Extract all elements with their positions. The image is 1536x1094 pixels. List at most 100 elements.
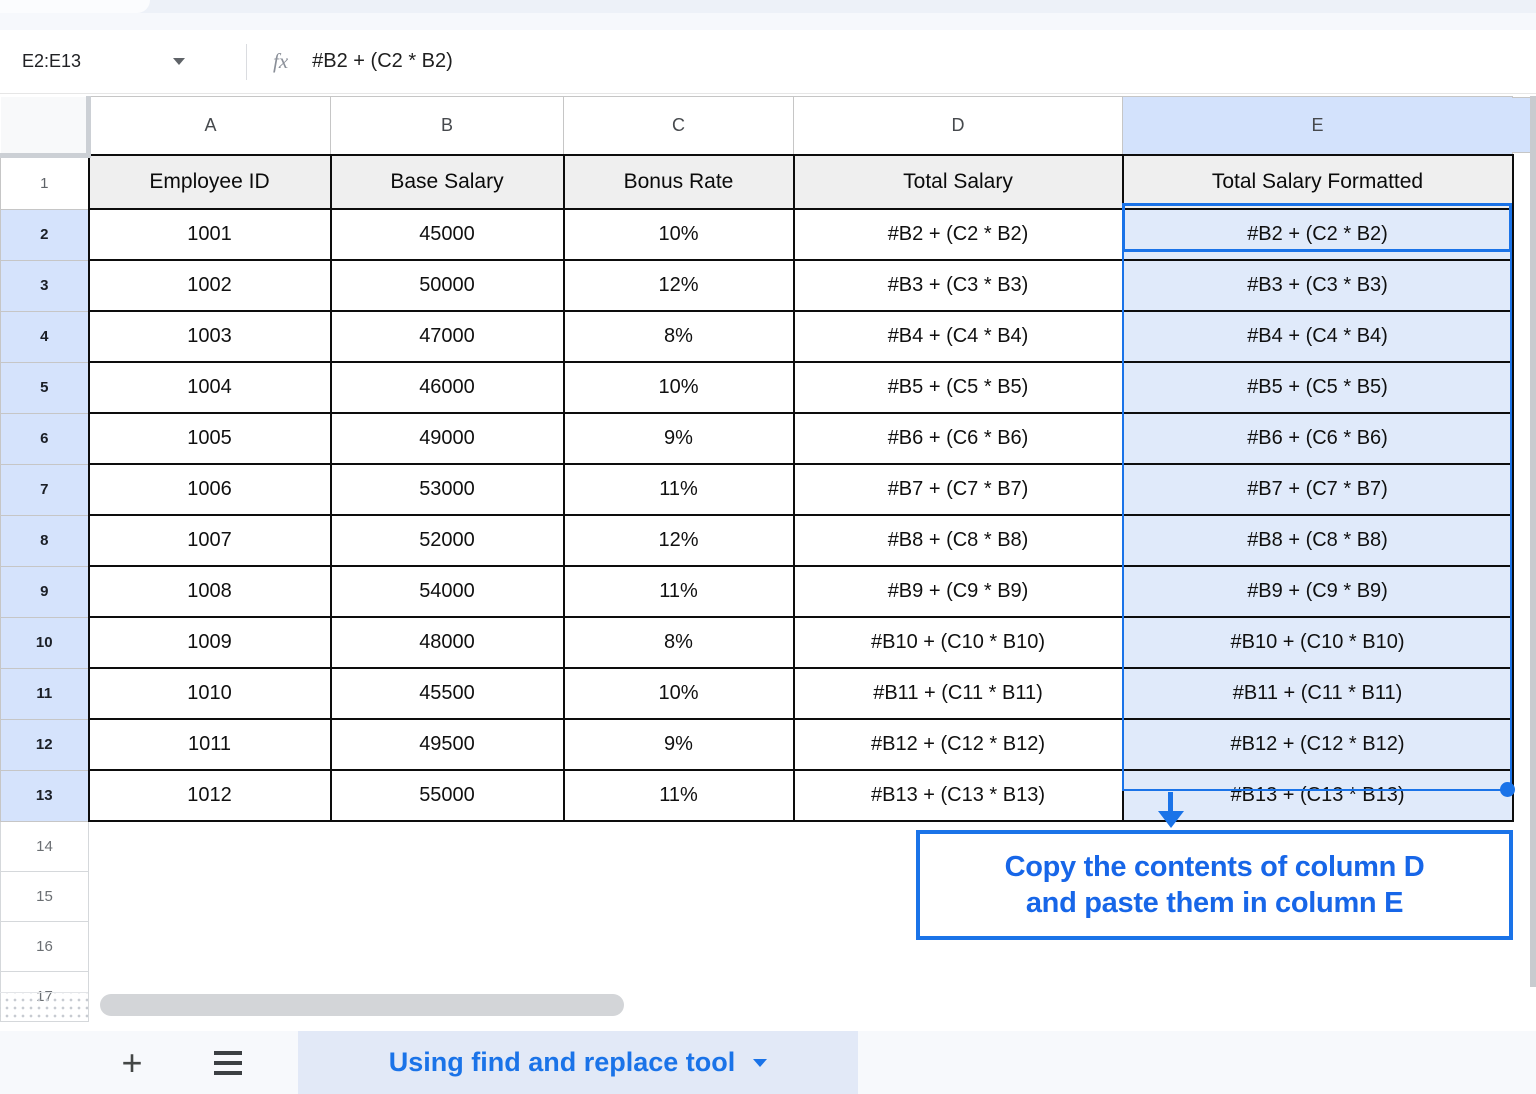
cell-A5[interactable]: 1004 xyxy=(89,362,331,413)
header-cell-C[interactable]: Bonus Rate xyxy=(564,155,794,209)
row-header-13[interactable]: 13 xyxy=(1,770,89,821)
row-header-14[interactable]: 14 xyxy=(1,821,89,871)
vertical-scrollbar-track[interactable] xyxy=(1530,96,1536,987)
row-header-5[interactable]: 5 xyxy=(1,362,89,413)
cell-E4[interactable]: #B4 + (C4 * B4) xyxy=(1123,311,1513,362)
cell-C10[interactable]: 8% xyxy=(564,617,794,668)
cell-C13[interactable]: 11% xyxy=(564,770,794,821)
cell-E11[interactable]: #B11 + (C11 * B11) xyxy=(1123,668,1513,719)
name-box-caret-icon[interactable] xyxy=(173,58,185,65)
cell-A3[interactable]: 1002 xyxy=(89,260,331,311)
cell-D17[interactable] xyxy=(794,971,1123,1021)
cell-B16[interactable] xyxy=(331,921,564,971)
row-header-6[interactable]: 6 xyxy=(1,413,89,464)
sheet-tab-active[interactable]: Using find and replace tool xyxy=(298,1031,858,1094)
header-cell-A[interactable]: Employee ID xyxy=(89,155,331,209)
cell-C14[interactable] xyxy=(564,821,794,871)
cell-C15[interactable] xyxy=(564,871,794,921)
cell-E2[interactable]: #B2 + (C2 * B2) xyxy=(1123,209,1513,260)
cell-E8[interactable]: #B8 + (C8 * B8) xyxy=(1123,515,1513,566)
cell-D2[interactable]: #B2 + (C2 * B2) xyxy=(794,209,1123,260)
cell-B14[interactable] xyxy=(331,821,564,871)
column-header-E[interactable]: E xyxy=(1123,97,1513,156)
cell-D7[interactable]: #B7 + (C7 * B7) xyxy=(794,464,1123,515)
cell-A15[interactable] xyxy=(89,871,331,921)
cell-B12[interactable]: 49500 xyxy=(331,719,564,770)
cell-C8[interactable]: 12% xyxy=(564,515,794,566)
cell-E3[interactable]: #B3 + (C3 * B3) xyxy=(1123,260,1513,311)
cell-A9[interactable]: 1008 xyxy=(89,566,331,617)
cell-D9[interactable]: #B9 + (C9 * B9) xyxy=(794,566,1123,617)
cell-D10[interactable]: #B10 + (C10 * B10) xyxy=(794,617,1123,668)
cell-D8[interactable]: #B8 + (C8 * B8) xyxy=(794,515,1123,566)
cell-B9[interactable]: 54000 xyxy=(331,566,564,617)
cell-E5[interactable]: #B5 + (C5 * B5) xyxy=(1123,362,1513,413)
add-sheet-button[interactable]: + xyxy=(108,1031,156,1094)
row-header-16[interactable]: 16 xyxy=(1,921,89,971)
cell-A10[interactable]: 1009 xyxy=(89,617,331,668)
select-all-corner[interactable] xyxy=(1,97,89,156)
cell-C3[interactable]: 12% xyxy=(564,260,794,311)
name-box[interactable]: E2:E13 xyxy=(0,51,242,72)
cell-D4[interactable]: #B4 + (C4 * B4) xyxy=(794,311,1123,362)
cell-E7[interactable]: #B7 + (C7 * B7) xyxy=(1123,464,1513,515)
column-header-C[interactable]: C xyxy=(564,97,794,156)
cell-C12[interactable]: 9% xyxy=(564,719,794,770)
cell-C7[interactable]: 11% xyxy=(564,464,794,515)
cell-E17[interactable] xyxy=(1123,971,1513,1021)
cell-B10[interactable]: 48000 xyxy=(331,617,564,668)
header-cell-E[interactable]: Total Salary Formatted xyxy=(1123,155,1513,209)
cell-C2[interactable]: 10% xyxy=(564,209,794,260)
row-header-12[interactable]: 12 xyxy=(1,719,89,770)
cell-A2[interactable]: 1001 xyxy=(89,209,331,260)
row-header-3[interactable]: 3 xyxy=(1,260,89,311)
cell-E6[interactable]: #B6 + (C6 * B6) xyxy=(1123,413,1513,464)
cell-A6[interactable]: 1005 xyxy=(89,413,331,464)
cell-B7[interactable]: 53000 xyxy=(331,464,564,515)
cell-A12[interactable]: 1011 xyxy=(89,719,331,770)
header-cell-D[interactable]: Total Salary xyxy=(794,155,1123,209)
column-header-B[interactable]: B xyxy=(331,97,564,156)
column-header-D[interactable]: D xyxy=(794,97,1123,156)
cell-C9[interactable]: 11% xyxy=(564,566,794,617)
cell-D12[interactable]: #B12 + (C12 * B12) xyxy=(794,719,1123,770)
cell-B13[interactable]: 55000 xyxy=(331,770,564,821)
cell-B15[interactable] xyxy=(331,871,564,921)
cell-C11[interactable]: 10% xyxy=(564,668,794,719)
cell-D11[interactable]: #B11 + (C11 * B11) xyxy=(794,668,1123,719)
cell-A4[interactable]: 1003 xyxy=(89,311,331,362)
cell-A13[interactable]: 1012 xyxy=(89,770,331,821)
cell-C4[interactable]: 8% xyxy=(564,311,794,362)
cell-B6[interactable]: 49000 xyxy=(331,413,564,464)
cell-B4[interactable]: 47000 xyxy=(331,311,564,362)
cell-E10[interactable]: #B10 + (C10 * B10) xyxy=(1123,617,1513,668)
row-header-15[interactable]: 15 xyxy=(1,871,89,921)
row-header-8[interactable]: 8 xyxy=(1,515,89,566)
cell-C16[interactable] xyxy=(564,921,794,971)
cell-A8[interactable]: 1007 xyxy=(89,515,331,566)
cell-C6[interactable]: 9% xyxy=(564,413,794,464)
cell-B5[interactable]: 46000 xyxy=(331,362,564,413)
formula-input[interactable]: #B2 + (C2 * B2) xyxy=(312,50,453,73)
cell-C5[interactable]: 10% xyxy=(564,362,794,413)
row-header-7[interactable]: 7 xyxy=(1,464,89,515)
cell-B3[interactable]: 50000 xyxy=(331,260,564,311)
cell-A16[interactable] xyxy=(89,921,331,971)
row-header-1[interactable]: 1 xyxy=(1,155,89,209)
column-header-A[interactable]: A xyxy=(89,97,331,156)
row-header-11[interactable]: 11 xyxy=(1,668,89,719)
cell-B11[interactable]: 45500 xyxy=(331,668,564,719)
cell-B2[interactable]: 45000 xyxy=(331,209,564,260)
horizontal-scrollbar[interactable] xyxy=(100,994,624,1016)
cell-D6[interactable]: #B6 + (C6 * B6) xyxy=(794,413,1123,464)
cell-D13[interactable]: #B13 + (C13 * B13) xyxy=(794,770,1123,821)
cell-A14[interactable] xyxy=(89,821,331,871)
cell-E12[interactable]: #B12 + (C12 * B12) xyxy=(1123,719,1513,770)
fill-handle[interactable] xyxy=(1500,782,1515,797)
cell-D3[interactable]: #B3 + (C3 * B3) xyxy=(794,260,1123,311)
row-header-10[interactable]: 10 xyxy=(1,617,89,668)
row-header-4[interactable]: 4 xyxy=(1,311,89,362)
cell-A11[interactable]: 1010 xyxy=(89,668,331,719)
cell-A7[interactable]: 1006 xyxy=(89,464,331,515)
cell-E9[interactable]: #B9 + (C9 * B9) xyxy=(1123,566,1513,617)
